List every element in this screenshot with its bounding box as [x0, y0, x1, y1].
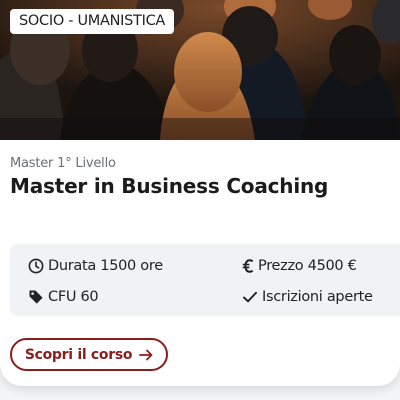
info-duration: Durata 1500 ore: [28, 256, 163, 276]
info-price: Prezzo 4500 €: [242, 256, 357, 276]
price-text: Prezzo 4500 €: [258, 258, 357, 274]
cfu-text: CFU 60: [48, 289, 99, 305]
euro-icon: [242, 259, 254, 273]
category-tag: SOCIO - UMANISTICA: [10, 9, 175, 34]
discover-course-button[interactable]: Scopri il corso: [10, 338, 168, 371]
hero-image: SOCIO - UMANISTICA: [0, 0, 400, 140]
enrollment-text: Iscrizioni aperte: [262, 289, 373, 305]
info-enrollment: Iscrizioni aperte: [242, 287, 373, 307]
course-title: Master in Business Coaching: [10, 174, 329, 198]
arrow-right-icon: [139, 349, 153, 361]
info-cfu: CFU 60: [28, 287, 99, 307]
tag-icon: [28, 289, 44, 305]
course-card: SOCIO - UMANISTICA Master 1° Livello Mas…: [0, 0, 400, 386]
course-level: Master 1° Livello: [10, 156, 116, 171]
clock-icon: [28, 258, 44, 274]
discover-course-label: Scopri il corso: [24, 346, 133, 363]
course-info-box: Durata 1500 ore Prezzo 4500 € CFU 60 Isc…: [10, 244, 400, 316]
check-icon: [242, 289, 258, 305]
duration-text: Durata 1500 ore: [48, 258, 163, 274]
